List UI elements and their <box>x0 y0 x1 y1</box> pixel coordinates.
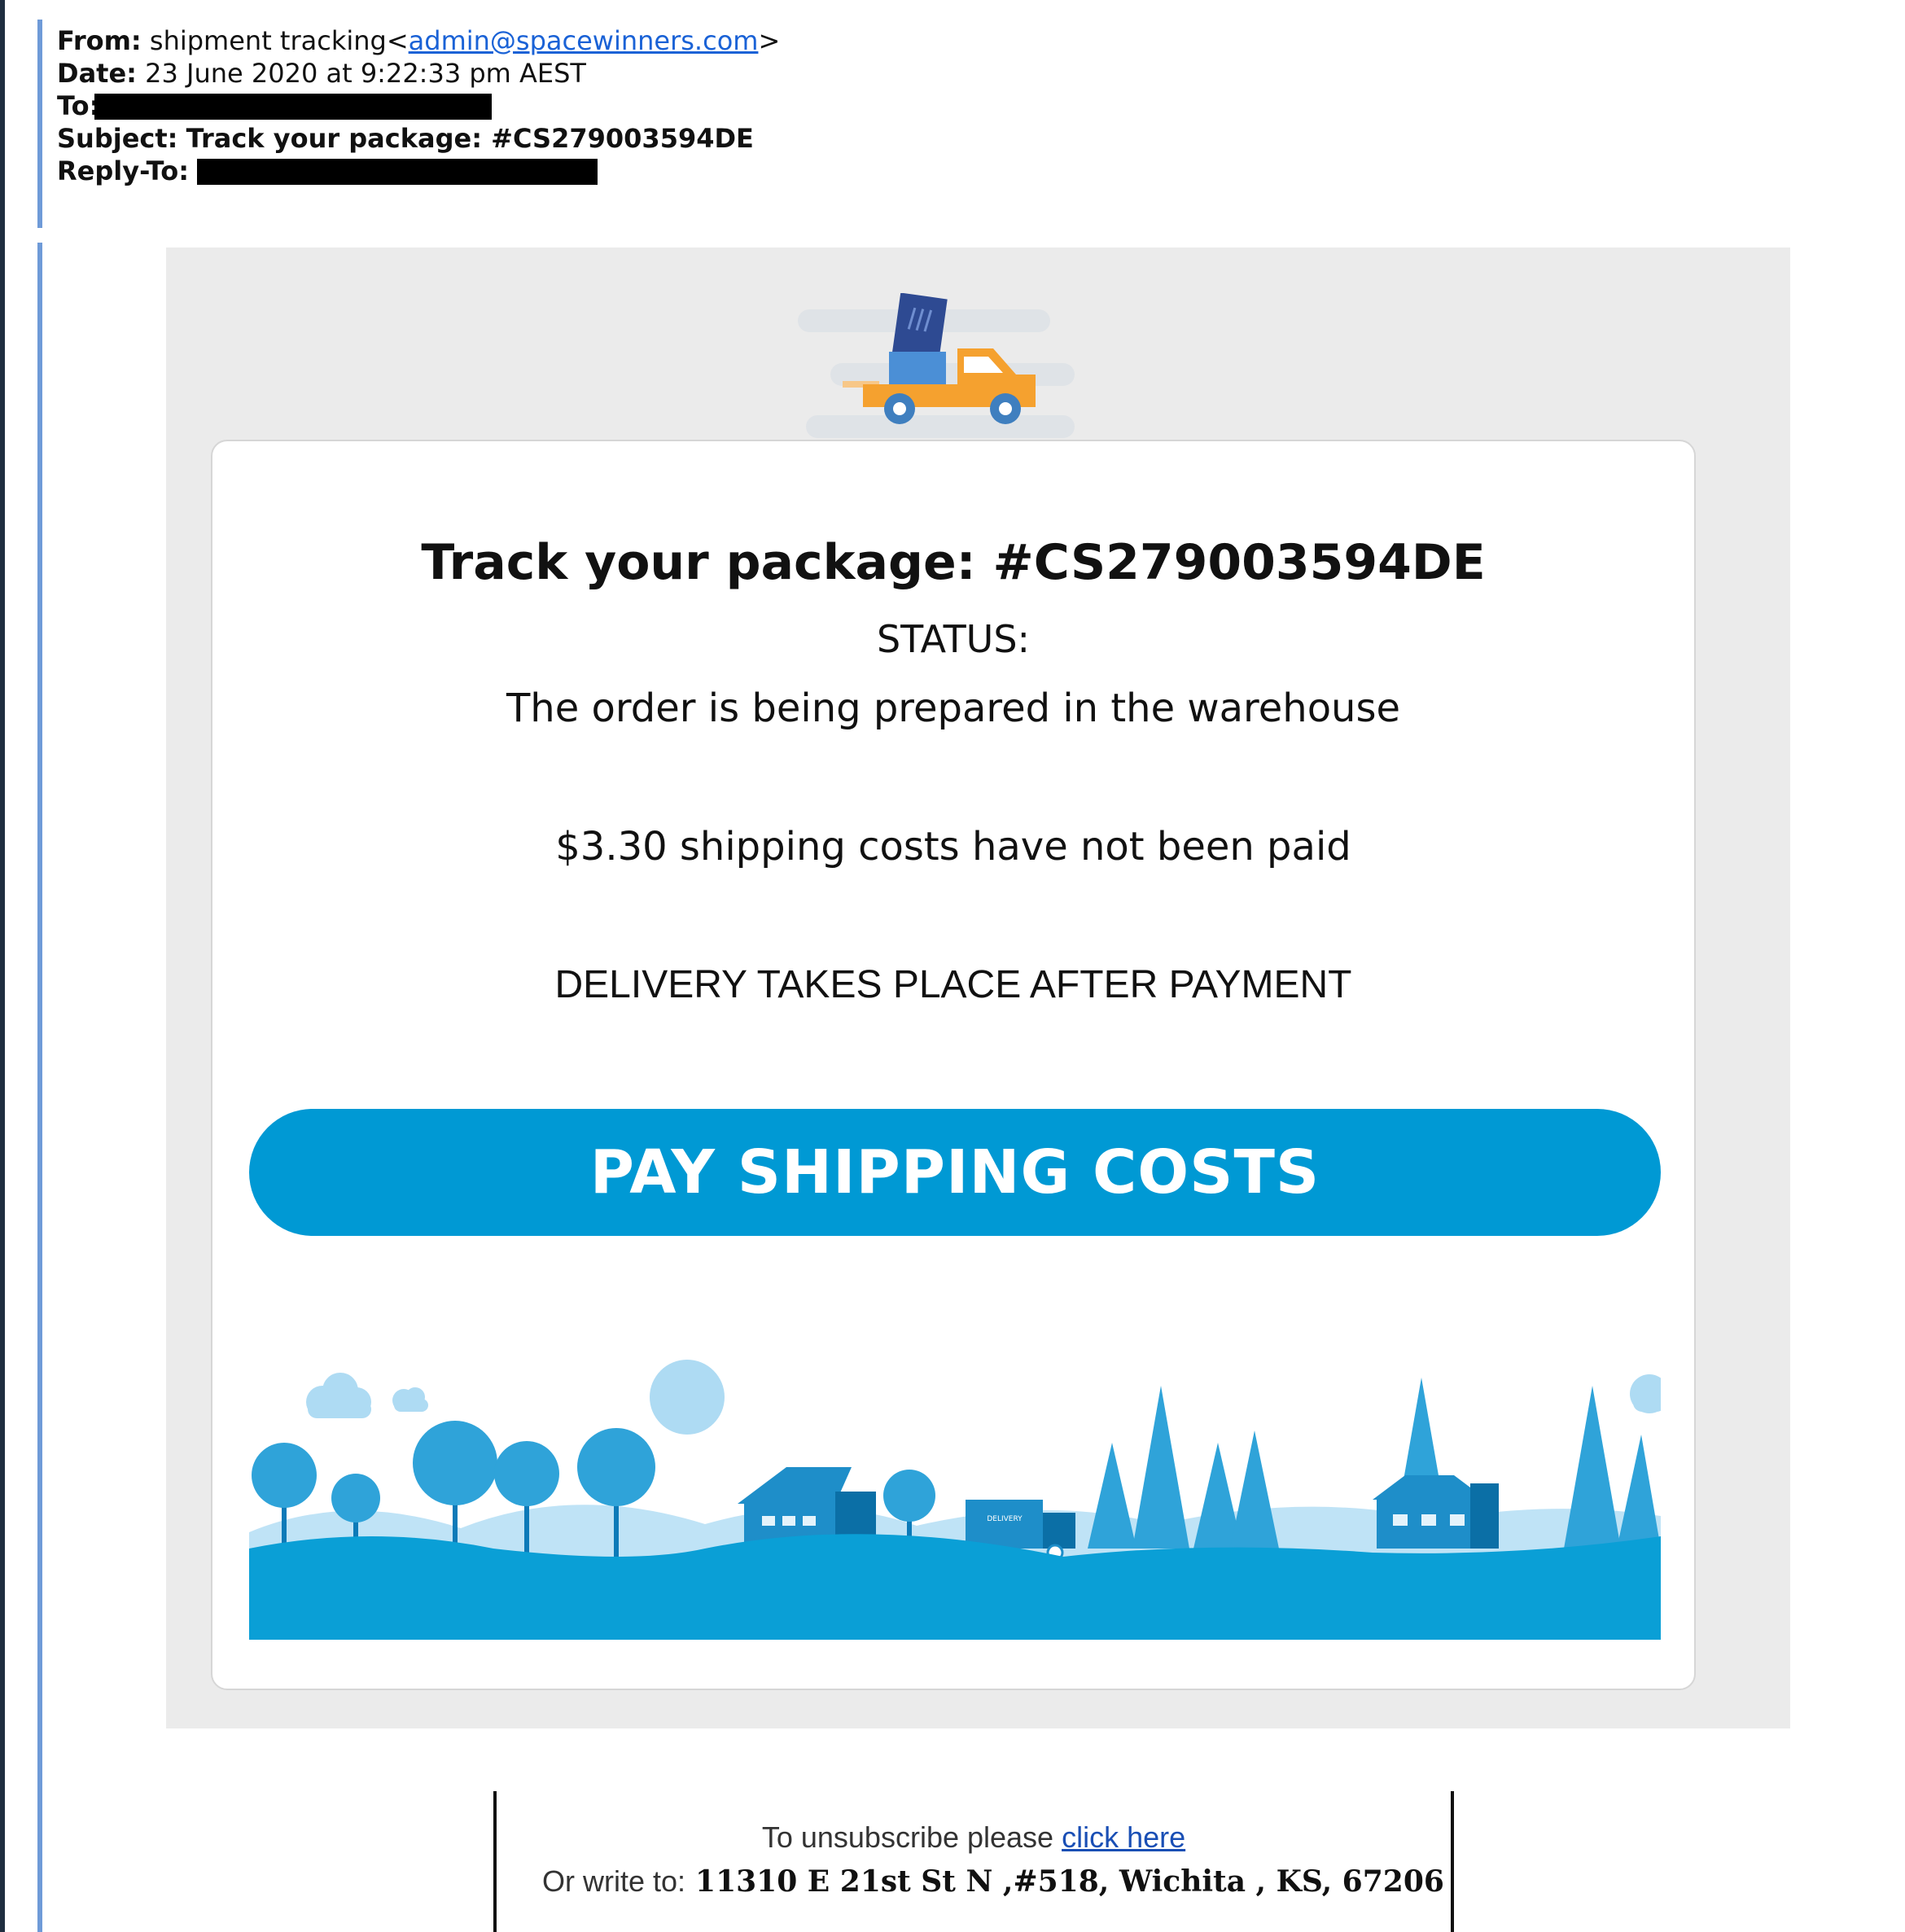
from-name: shipment tracking< <box>149 25 409 56</box>
mailing-address-line: Or write to: 11310 E 21st St N ,#518, Wic… <box>542 1864 1444 1899</box>
from-label: From: <box>57 25 142 56</box>
date-row: Date: 23 June 2020 at 9:22:33 pm AEST <box>57 57 780 90</box>
redacted-recipient <box>94 94 493 120</box>
redacted-reply-to <box>197 159 598 185</box>
mailing-address: 11310 E 21st St N ,#518, Wichita , KS, 6… <box>695 1864 1444 1899</box>
status-message: The order is being prepared in the wareh… <box>506 686 1401 731</box>
subject-row: Subject: Track your package: #CS27900359… <box>57 122 780 155</box>
quote-bar <box>37 20 42 228</box>
reply-to-row: Reply-To: <box>57 155 780 187</box>
email-header: From: shipment tracking<admin@spacewinne… <box>57 24 780 187</box>
shipping-cost-message: $3.30 shipping costs have not been paid <box>555 824 1351 870</box>
reply-to-label: Reply-To: <box>57 156 190 186</box>
email-footer: To unsubscribe please click here Or writ… <box>493 1791 1454 1932</box>
subject-label: Subject: <box>57 123 178 154</box>
date-label: Date: <box>57 58 137 89</box>
unsubscribe-line: To unsubscribe please click here <box>497 1820 1451 1855</box>
from-close: > <box>758 25 781 56</box>
tracking-card: Track your package: #CS279003594DE STATU… <box>211 440 1696 1690</box>
landscape-illustration: DELIVERY <box>249 1360 1661 1640</box>
status-label: STATUS: <box>876 617 1031 661</box>
tracking-title: Track your package: #CS279003594DE <box>421 534 1486 591</box>
write-to-label: Or write to: <box>542 1864 686 1898</box>
delivery-notice: DELIVERY TAKES PLACE AFTER PAYMENT <box>554 963 1352 1006</box>
date-value: 23 June 2020 at 9:22:33 pm AEST <box>145 58 586 89</box>
delivery-truck-icon <box>798 293 1075 438</box>
unsubscribe-link[interactable]: click here <box>1062 1820 1185 1854</box>
truck-label: DELIVERY <box>987 1515 1023 1523</box>
window-edge <box>0 0 5 1932</box>
quote-bar <box>37 243 42 1932</box>
unsubscribe-text: To unsubscribe please <box>761 1820 1062 1854</box>
to-label: To: <box>57 90 100 121</box>
pay-shipping-costs-button[interactable]: PAY SHIPPING COSTS <box>249 1109 1661 1236</box>
to-row: To: <box>57 90 780 122</box>
subject-value: Track your package: #CS279003594DE <box>186 123 754 154</box>
from-row: From: shipment tracking<admin@spacewinne… <box>57 24 780 57</box>
from-email-link[interactable]: admin@spacewinners.com <box>409 25 759 56</box>
